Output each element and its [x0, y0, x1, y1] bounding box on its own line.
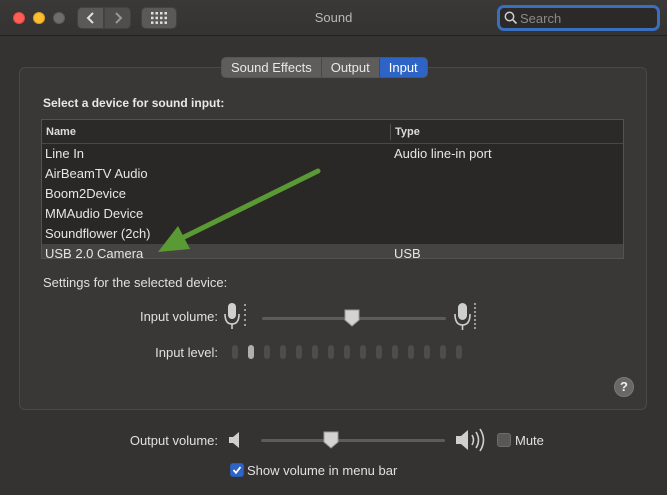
input-level-label: Input level: [155, 345, 218, 360]
show-all-button[interactable] [141, 7, 177, 29]
settings-heading: Settings for the selected device: [43, 275, 228, 290]
input-level-segment [344, 345, 350, 359]
zoom-window-button[interactable] [53, 12, 65, 24]
show-volume-label[interactable]: Show volume in menu bar [247, 463, 397, 478]
output-volume-knob[interactable] [323, 431, 339, 449]
search-icon [504, 11, 518, 25]
table-row[interactable]: MMAudio Device [42, 204, 623, 224]
device-rows: Line In Audio line-in port AirBeamTV Aud… [42, 144, 623, 259]
input-level-segment [248, 345, 254, 359]
input-level-segment [408, 345, 414, 359]
tab-sound-effects[interactable]: Sound Effects [222, 58, 322, 77]
mute-checkbox[interactable] [497, 433, 511, 447]
search-field[interactable] [497, 5, 660, 31]
minimize-window-button[interactable] [33, 12, 45, 24]
table-row[interactable]: AirBeamTV Audio [42, 164, 623, 184]
close-window-button[interactable] [13, 12, 25, 24]
checkmark-icon [232, 466, 242, 475]
input-level-segment [360, 345, 366, 359]
device-name: MMAudio Device [45, 206, 144, 221]
input-panel: Select a device for sound input: Name Ty… [19, 67, 647, 410]
grid-icon [151, 12, 167, 24]
speaker-low-icon [229, 432, 239, 448]
device-type: USB [394, 246, 421, 259]
input-level-segment [312, 345, 318, 359]
title-bar: Sound [0, 0, 667, 36]
forward-button[interactable] [104, 7, 131, 29]
help-button[interactable]: ? [614, 377, 634, 397]
column-header-name[interactable]: Name [46, 120, 76, 144]
input-level-segment [296, 345, 302, 359]
output-volume-label: Output volume: [129, 433, 218, 448]
input-level-segment [424, 345, 430, 359]
tab-input[interactable]: Input [379, 58, 427, 77]
column-header-type[interactable]: Type [395, 120, 420, 144]
device-list-heading: Select a device for sound input: [43, 96, 225, 110]
show-volume-checkbox[interactable] [230, 463, 244, 477]
search-input[interactable] [520, 9, 650, 27]
table-row-selected[interactable]: USB 2.0 Camera USB [42, 244, 623, 259]
input-level-segment [232, 345, 238, 359]
chevron-right-icon [114, 12, 122, 24]
output-volume-slider[interactable] [261, 439, 445, 442]
device-name: Line In [45, 146, 85, 161]
input-level-segment [440, 345, 446, 359]
table-row[interactable]: Line In Audio line-in port [42, 144, 623, 164]
device-name: Soundflower (2ch) [45, 226, 151, 241]
input-level-segment [456, 345, 462, 359]
input-level-meter [232, 345, 462, 359]
column-divider[interactable] [390, 124, 391, 140]
device-name: USB 2.0 Camera [45, 246, 144, 259]
input-level-segment [280, 345, 286, 359]
device-name: AirBeamTV Audio [45, 166, 148, 181]
input-level-segment [392, 345, 398, 359]
input-volume-knob[interactable] [344, 309, 360, 327]
device-table: Name Type Line In Audio line-in port Air… [41, 119, 624, 259]
input-volume-label: Input volume: [139, 309, 218, 324]
input-level-segment [264, 345, 270, 359]
back-button[interactable] [77, 7, 104, 29]
tab-bar: Sound Effects Output Input [221, 57, 428, 78]
input-level-segment [328, 345, 334, 359]
chevron-left-icon [86, 12, 94, 24]
speaker-high-icon [456, 428, 485, 452]
table-header: Name Type [42, 120, 623, 144]
microphone-high-icon [454, 303, 476, 330]
microphone-low-icon [224, 303, 246, 329]
table-row[interactable]: Soundflower (2ch) [42, 224, 623, 244]
input-level-segment [376, 345, 382, 359]
table-row[interactable]: Boom2Device [42, 184, 623, 204]
mute-label[interactable]: Mute [515, 433, 544, 448]
tab-output[interactable]: Output [321, 58, 380, 77]
device-name: Boom2Device [45, 186, 126, 201]
device-type: Audio line-in port [394, 146, 492, 161]
